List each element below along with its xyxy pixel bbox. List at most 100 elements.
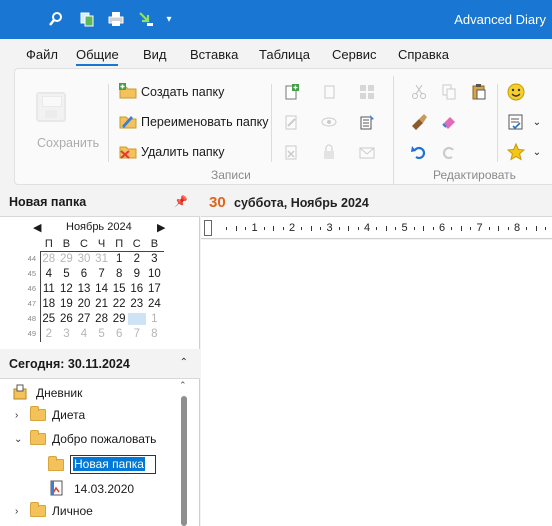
- calendar-day[interactable]: 16: [128, 283, 146, 295]
- calendar-day[interactable]: 6: [75, 268, 93, 280]
- calendar-day[interactable]: 7: [128, 328, 146, 340]
- calendar-day[interactable]: 4: [75, 328, 93, 340]
- redo-icon[interactable]: [440, 143, 458, 161]
- scrollbar-thumb[interactable]: [181, 396, 187, 526]
- eraser-icon[interactable]: [440, 113, 458, 131]
- create-folder-button[interactable]: Создать папку: [119, 83, 224, 101]
- calendar-day[interactable]: 23: [128, 298, 146, 310]
- paste-icon[interactable]: [470, 83, 488, 101]
- calendar-day[interactable]: 13: [75, 283, 93, 295]
- print-icon[interactable]: [107, 10, 125, 28]
- calendar-day[interactable]: 5: [93, 328, 111, 340]
- calendar-day[interactable]: 20: [75, 298, 93, 310]
- tree-item-diet[interactable]: Диета: [30, 406, 85, 422]
- record-properties-icon[interactable]: [358, 113, 376, 131]
- ruler[interactable]: 123456789: [201, 217, 552, 239]
- tree-item-entry[interactable]: 14.03.2020: [50, 480, 134, 498]
- menu-file[interactable]: Файл: [26, 47, 58, 62]
- calendar-day[interactable]: 6: [110, 328, 128, 340]
- scroll-up-icon[interactable]: ⌃: [179, 380, 187, 391]
- menu-tools[interactable]: Сервис: [332, 47, 377, 62]
- calendar-day[interactable]: 30: [75, 253, 93, 265]
- pin-icon[interactable]: 📌: [174, 195, 188, 208]
- calendar-day[interactable]: 8: [146, 328, 164, 340]
- calendar-day[interactable]: 1: [110, 253, 128, 265]
- calendar-day[interactable]: 8: [110, 268, 128, 280]
- menu-insert[interactable]: Вставка: [190, 47, 238, 62]
- calendar-prev-icon[interactable]: ◀: [33, 221, 41, 234]
- rename-folder-button[interactable]: Переименовать папку: [119, 113, 268, 131]
- calendar-day[interactable]: 27: [75, 313, 93, 325]
- calendar-day[interactable]: 2: [40, 328, 58, 340]
- spellcheck-dropdown-icon[interactable]: ⌄: [528, 113, 546, 131]
- cut-icon[interactable]: [410, 83, 428, 101]
- calendar-day[interactable]: 22: [110, 298, 128, 310]
- save-icon[interactable]: [36, 92, 66, 122]
- calendar-day[interactable]: 19: [58, 298, 76, 310]
- quick-access-dropdown-icon[interactable]: ▾: [160, 10, 178, 28]
- calendar-day[interactable]: 15: [110, 283, 128, 295]
- calendar-day[interactable]: 2: [128, 253, 146, 265]
- calendar-day[interactable]: 24: [146, 298, 164, 310]
- calendar-day[interactable]: 29: [110, 313, 128, 325]
- collapse-icon[interactable]: ⌃: [180, 357, 188, 368]
- menu-table[interactable]: Таблица: [259, 47, 310, 62]
- calendar-day[interactable]: 26: [58, 313, 76, 325]
- delete-folder-button[interactable]: Удалить папку: [119, 143, 225, 161]
- tree-item-personal[interactable]: Личное: [30, 502, 93, 518]
- calendar-day[interactable]: 31: [93, 253, 111, 265]
- spellcheck-icon[interactable]: [507, 113, 525, 131]
- star-dropdown-icon[interactable]: ⌄: [528, 143, 546, 161]
- tree-root[interactable]: Дневник: [12, 384, 82, 402]
- undo-icon[interactable]: [410, 143, 428, 161]
- envelope-icon[interactable]: [358, 143, 376, 161]
- tree-item-welcome[interactable]: Добро пожаловать: [30, 430, 156, 446]
- delete-record-icon[interactable]: [282, 143, 300, 161]
- calendar-day[interactable]: 5: [58, 268, 76, 280]
- menu-general[interactable]: Общие: [76, 47, 119, 62]
- calendar-day[interactable]: 17: [146, 283, 164, 295]
- calendar-day[interactable]: 28: [93, 313, 111, 325]
- calendar-day[interactable]: 18: [40, 298, 58, 310]
- format-brush-icon[interactable]: [410, 113, 428, 131]
- calendar-next-icon[interactable]: ▶: [157, 221, 165, 234]
- view-icon[interactable]: [320, 113, 338, 131]
- menu-help[interactable]: Справка: [398, 47, 449, 62]
- record-copy-icon[interactable]: [320, 83, 338, 101]
- calendar-day[interactable]: 29: [58, 253, 76, 265]
- chevron-right-icon[interactable]: ›: [15, 506, 18, 517]
- copy-icon[interactable]: [78, 10, 96, 28]
- calendar-day[interactable]: 30: [127, 312, 146, 325]
- calendar-day[interactable]: 9: [128, 268, 146, 280]
- calendar-day[interactable]: 12: [58, 283, 76, 295]
- calendar-day[interactable]: 28: [40, 253, 58, 265]
- calendar-day[interactable]: 14: [93, 283, 111, 295]
- copy-text-icon[interactable]: [440, 83, 458, 101]
- search-icon[interactable]: [47, 10, 65, 28]
- calendar-day[interactable]: 11: [40, 283, 58, 295]
- calendar-day[interactable]: 3: [58, 328, 76, 340]
- lock-icon[interactable]: [320, 143, 338, 161]
- new-record-icon[interactable]: [282, 83, 300, 101]
- calendar-day[interactable]: 4: [40, 268, 58, 280]
- menu-view[interactable]: Вид: [143, 47, 167, 62]
- chevron-down-icon[interactable]: ⌄: [14, 434, 22, 445]
- ruler-number: 3: [326, 222, 333, 234]
- calendar-day[interactable]: 3: [146, 253, 164, 265]
- indent-marker[interactable]: [204, 220, 212, 236]
- calendar-day[interactable]: 25: [40, 313, 58, 325]
- chevron-right-icon[interactable]: ›: [15, 410, 18, 421]
- tree-item-new-folder[interactable]: Новая папка: [48, 455, 156, 474]
- calendar-day[interactable]: 10: [146, 268, 164, 280]
- entry-editor[interactable]: [201, 240, 552, 526]
- calendar-day[interactable]: 21: [93, 298, 111, 310]
- edit-record-icon[interactable]: [282, 113, 300, 131]
- smiley-icon[interactable]: [507, 83, 525, 101]
- calendar-day[interactable]: 1: [146, 313, 164, 325]
- import-icon[interactable]: [137, 10, 155, 28]
- star-icon[interactable]: [507, 143, 525, 161]
- grid-icon[interactable]: [358, 83, 376, 101]
- rename-input[interactable]: Новая папка: [70, 455, 156, 474]
- save-button[interactable]: Сохранить: [37, 136, 99, 150]
- calendar-day[interactable]: 7: [93, 268, 111, 280]
